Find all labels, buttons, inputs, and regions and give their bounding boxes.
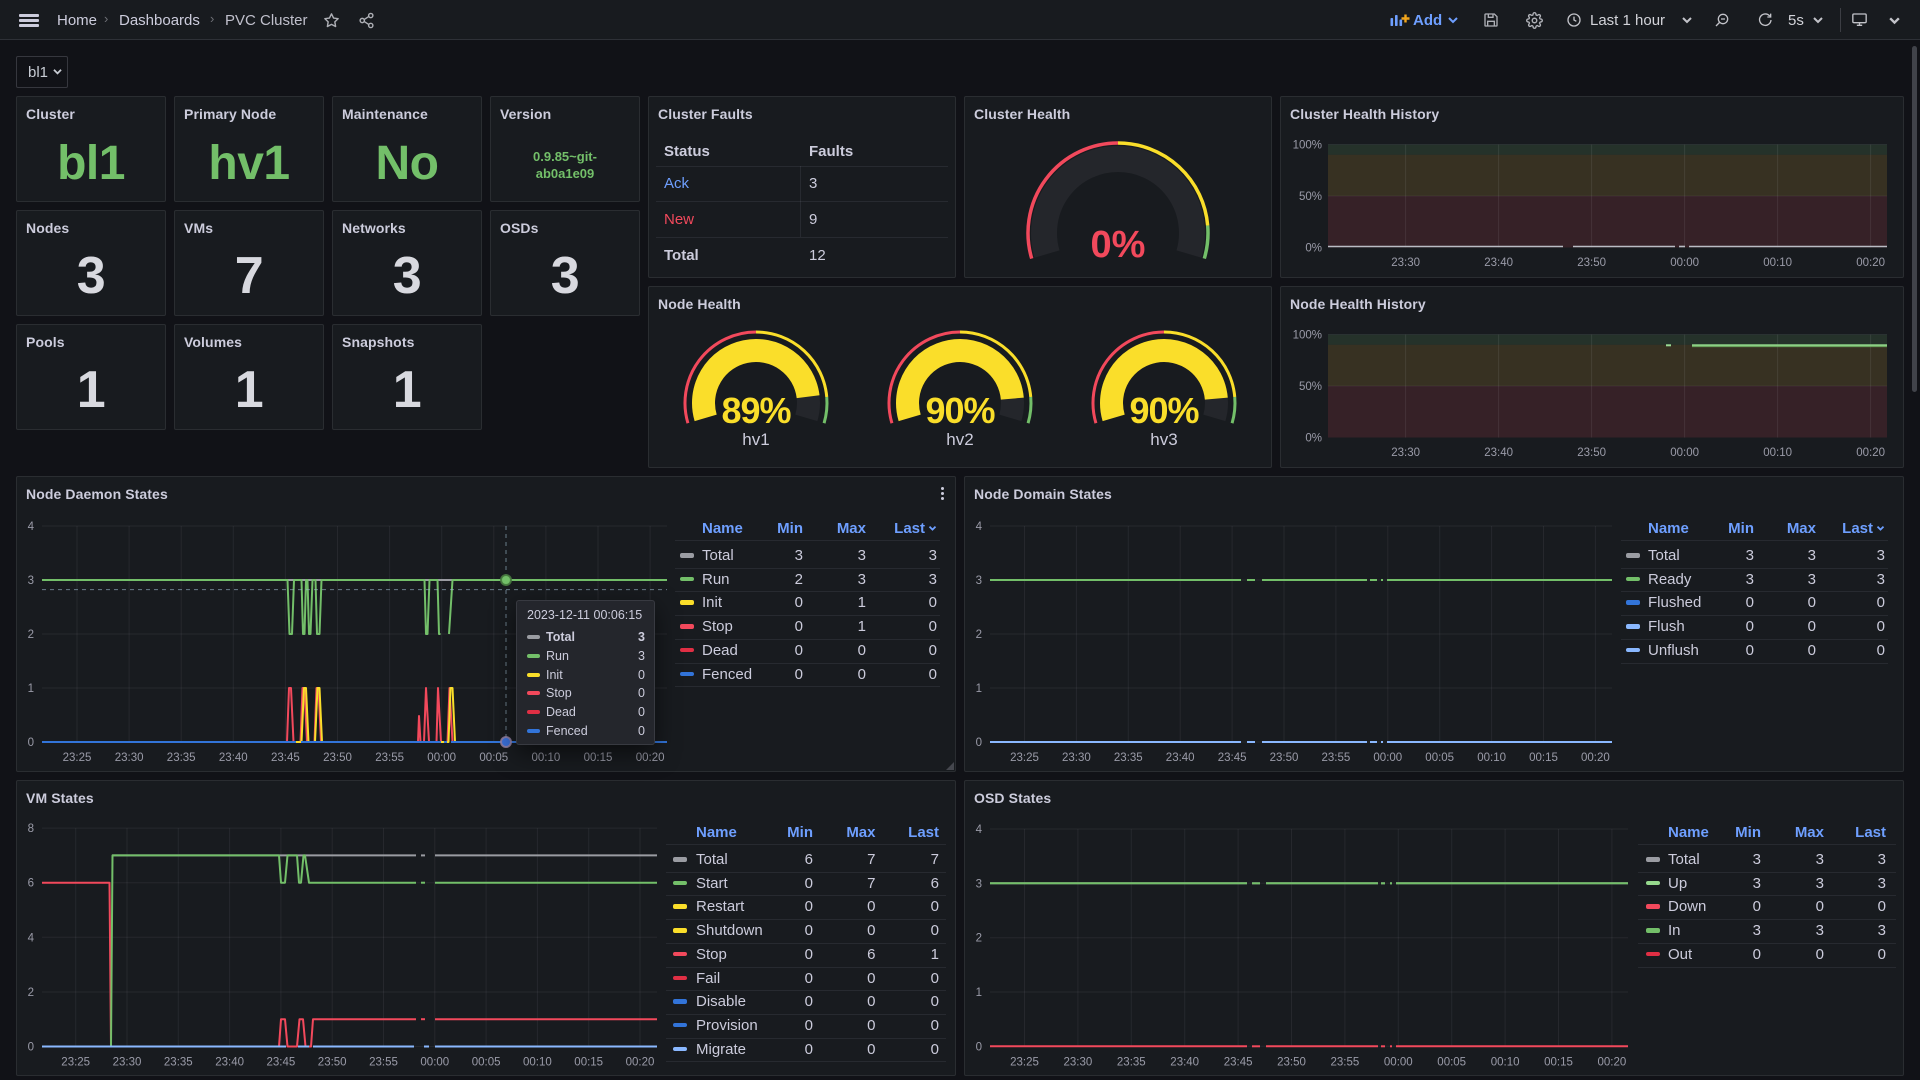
svg-text:23:25: 23:25	[1010, 752, 1039, 764]
svg-text:50%: 50%	[1299, 381, 1322, 393]
svg-text:00:00: 00:00	[427, 752, 456, 764]
svg-text:23:55: 23:55	[375, 752, 404, 764]
svg-text:23:55: 23:55	[369, 1057, 398, 1069]
svg-text:23:50: 23:50	[1577, 447, 1606, 459]
svg-text:00:20: 00:20	[626, 1057, 655, 1069]
svg-text:23:25: 23:25	[1010, 1056, 1039, 1068]
svg-text:2: 2	[28, 987, 34, 999]
svg-text:23:40: 23:40	[1170, 1056, 1199, 1068]
svg-text:23:50: 23:50	[1270, 752, 1299, 764]
svg-text:23:30: 23:30	[115, 752, 144, 764]
svg-text:00:20: 00:20	[1856, 257, 1885, 269]
svg-text:23:40: 23:40	[1484, 257, 1513, 269]
svg-text:00:10: 00:10	[1477, 752, 1506, 764]
svg-text:4: 4	[28, 521, 35, 533]
svg-text:00:00: 00:00	[1384, 1056, 1413, 1068]
svg-text:23:45: 23:45	[267, 1057, 296, 1069]
svg-text:3: 3	[28, 575, 34, 587]
svg-text:00:10: 00:10	[1491, 1056, 1520, 1068]
svg-text:100%: 100%	[1293, 140, 1322, 152]
svg-text:0: 0	[28, 737, 34, 749]
svg-text:23:30: 23:30	[1064, 1056, 1093, 1068]
svg-text:2: 2	[976, 629, 982, 641]
svg-text:00:05: 00:05	[1425, 752, 1454, 764]
svg-text:00:15: 00:15	[1529, 752, 1558, 764]
svg-text:23:55: 23:55	[1331, 1056, 1360, 1068]
svg-text:00:05: 00:05	[479, 752, 508, 764]
svg-text:00:05: 00:05	[1437, 1056, 1466, 1068]
svg-text:00:20: 00:20	[636, 752, 665, 764]
svg-text:23:50: 23:50	[1277, 1056, 1306, 1068]
svg-text:2: 2	[976, 933, 982, 945]
svg-text:23:25: 23:25	[61, 1057, 90, 1069]
svg-text:00:05: 00:05	[472, 1057, 501, 1069]
svg-text:3: 3	[976, 878, 982, 890]
svg-text:23:55: 23:55	[1322, 752, 1351, 764]
svg-text:00:20: 00:20	[1581, 752, 1610, 764]
svg-text:00:10: 00:10	[1763, 447, 1792, 459]
svg-text:00:00: 00:00	[1373, 752, 1402, 764]
svg-text:23:40: 23:40	[219, 752, 248, 764]
svg-text:4: 4	[976, 824, 983, 836]
svg-text:00:00: 00:00	[1670, 257, 1699, 269]
svg-text:23:30: 23:30	[1391, 447, 1420, 459]
svg-text:23:45: 23:45	[1224, 1056, 1253, 1068]
svg-text:00:10: 00:10	[1763, 257, 1792, 269]
svg-text:1: 1	[976, 987, 982, 999]
svg-text:6: 6	[28, 878, 34, 890]
svg-text:4: 4	[28, 932, 35, 944]
svg-text:23:35: 23:35	[1114, 752, 1143, 764]
svg-text:00:00: 00:00	[420, 1057, 449, 1069]
svg-text:23:30: 23:30	[113, 1057, 142, 1069]
svg-text:8: 8	[28, 823, 34, 835]
svg-text:1: 1	[28, 683, 34, 695]
svg-text:00:15: 00:15	[584, 752, 613, 764]
svg-text:23:45: 23:45	[1218, 752, 1247, 764]
svg-text:23:35: 23:35	[1117, 1056, 1146, 1068]
svg-text:00:20: 00:20	[1598, 1056, 1627, 1068]
svg-text:0: 0	[976, 737, 982, 749]
svg-text:23:35: 23:35	[167, 752, 196, 764]
svg-text:00:15: 00:15	[574, 1057, 603, 1069]
svg-text:23:50: 23:50	[318, 1057, 347, 1069]
svg-text:23:40: 23:40	[1166, 752, 1195, 764]
svg-text:00:10: 00:10	[532, 752, 561, 764]
svg-text:0%: 0%	[1305, 243, 1322, 255]
svg-text:50%: 50%	[1299, 191, 1322, 203]
svg-text:23:30: 23:30	[1391, 257, 1420, 269]
svg-text:23:45: 23:45	[271, 752, 300, 764]
svg-text:100%: 100%	[1293, 330, 1322, 342]
svg-text:00:10: 00:10	[523, 1057, 552, 1069]
svg-text:23:50: 23:50	[323, 752, 352, 764]
svg-text:23:35: 23:35	[164, 1057, 193, 1069]
svg-text:4: 4	[976, 521, 983, 533]
svg-text:23:50: 23:50	[1577, 257, 1606, 269]
svg-text:1: 1	[976, 683, 982, 695]
svg-text:0: 0	[976, 1041, 982, 1053]
svg-text:00:15: 00:15	[1544, 1056, 1573, 1068]
svg-text:23:30: 23:30	[1062, 752, 1091, 764]
svg-text:0%: 0%	[1305, 433, 1322, 445]
svg-text:23:40: 23:40	[215, 1057, 244, 1069]
svg-text:3: 3	[976, 575, 982, 587]
svg-text:23:25: 23:25	[63, 752, 92, 764]
svg-text:00:00: 00:00	[1670, 447, 1699, 459]
svg-text:2: 2	[28, 629, 34, 641]
svg-text:00:20: 00:20	[1856, 447, 1885, 459]
svg-text:0: 0	[28, 1042, 34, 1054]
svg-text:23:40: 23:40	[1484, 447, 1513, 459]
